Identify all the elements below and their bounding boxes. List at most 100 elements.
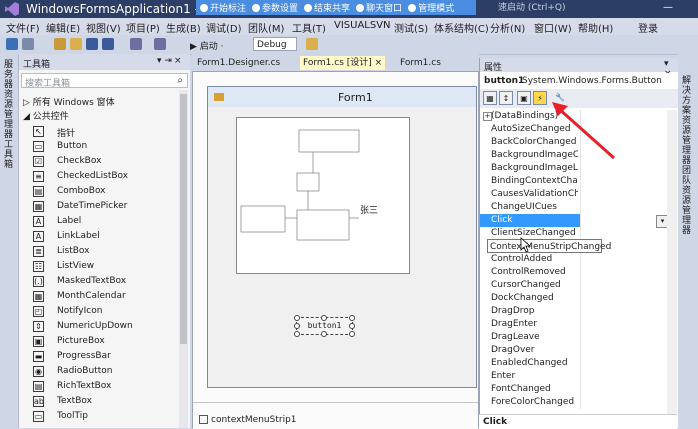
tab-form1-design[interactable]: Form1.cs [设计] × xyxy=(300,56,386,70)
categorized-icon[interactable]: ▦ xyxy=(483,91,497,105)
solution-config-select[interactable]: Debug xyxy=(253,37,297,51)
event-row[interactable]: ChangeUICues xyxy=(480,201,668,214)
events-lightning-icon[interactable]: ⚡ xyxy=(533,91,547,105)
pin-icon[interactable]: ▾ ⇥ xyxy=(157,56,172,66)
event-handler-value[interactable] xyxy=(580,396,669,409)
menu-file[interactable]: 文件(F) xyxy=(6,20,40,35)
toolbox-item[interactable]: ☷ ListView xyxy=(33,259,183,274)
toolbox-item[interactable]: ▦ MonthCalendar xyxy=(33,289,183,304)
toolbox-item[interactable]: ▭ ToolTip xyxy=(33,409,183,424)
overlay-item-annotate[interactable]: 开始标注 xyxy=(200,1,246,14)
event-handler-value[interactable] xyxy=(580,175,669,188)
toolbox-item[interactable]: ☑ CheckBox xyxy=(33,154,183,169)
toolbox-item[interactable]: ≣ ListBox xyxy=(33,244,183,259)
toolbox-item[interactable]: ▭ Button xyxy=(33,139,183,154)
minimize-button[interactable]: — xyxy=(662,2,674,14)
overlay-item-chat[interactable]: 聊天窗口 xyxy=(356,1,402,14)
resize-handle[interactable] xyxy=(349,331,355,337)
new-project-icon[interactable] xyxy=(54,38,66,50)
menu-analyze[interactable]: 分析(N) xyxy=(490,20,525,35)
toolbox-search-input[interactable]: 搜索工具箱 ⌕ xyxy=(21,73,188,89)
overlay-item-settings[interactable]: 参数设置 xyxy=(252,1,298,14)
event-row[interactable]: BindingContextChang xyxy=(480,175,668,188)
event-row[interactable]: DragDrop xyxy=(480,305,668,318)
alphabetical-icon[interactable]: ↕ xyxy=(499,91,513,105)
menu-edit[interactable]: 编辑(E) xyxy=(46,20,80,35)
event-row[interactable]: DragEnter xyxy=(480,318,668,331)
toolbox-item[interactable]: ◰ NotifyIcon xyxy=(33,304,183,319)
menu-visualsvn[interactable]: VISUALSVN xyxy=(334,20,391,31)
event-row[interactable]: ControlRemoved xyxy=(480,266,668,279)
toolbox-group-common-controls[interactable]: ◢ 公共控件 xyxy=(23,109,69,122)
save-icon[interactable] xyxy=(86,38,98,50)
scrollbar-thumb[interactable] xyxy=(180,94,187,344)
resize-handle[interactable] xyxy=(294,323,300,329)
toolbox-item[interactable]: ▣ PictureBox xyxy=(33,334,183,349)
event-row[interactable]: DragLeave xyxy=(480,331,668,344)
picture-box[interactable]: 张三 xyxy=(236,117,410,274)
event-row[interactable]: Enter xyxy=(480,370,668,383)
close-icon[interactable]: × xyxy=(375,58,383,68)
toolbox-item[interactable]: A LinkLabel xyxy=(33,229,183,244)
undo-icon[interactable] xyxy=(130,38,142,50)
event-handler-value[interactable] xyxy=(580,357,669,370)
menu-project[interactable]: 项目(P) xyxy=(126,20,160,35)
menu-team[interactable]: 团队(M) xyxy=(248,20,284,35)
toolbox-item[interactable]: (.) MaskedTextBox xyxy=(33,274,183,289)
toolbox-item[interactable]: ▦ DateTimePicker xyxy=(33,199,183,214)
toolbox-item[interactable]: ⇕ NumericUpDown xyxy=(33,319,183,334)
event-row[interactable]: Click ▾ xyxy=(480,214,669,228)
event-row[interactable]: EnabledChanged xyxy=(480,357,668,370)
tab-form1-cs[interactable]: Form1.cs xyxy=(397,56,444,70)
event-row[interactable]: CursorChanged xyxy=(480,279,668,292)
event-handler-value[interactable] xyxy=(580,318,669,331)
context-menu-strip-item[interactable]: contextMenuStrip1 xyxy=(211,415,297,425)
toolbox-item[interactable]: ▤ ComboBox xyxy=(33,184,183,199)
redo-icon[interactable] xyxy=(154,38,166,50)
menu-view[interactable]: 视图(V) xyxy=(86,20,121,35)
resize-handle[interactable] xyxy=(294,315,300,321)
event-row[interactable]: FontChanged xyxy=(480,383,668,396)
search-icon[interactable]: ⌕ xyxy=(177,75,183,86)
menu-architecture[interactable]: 体系结构(C) xyxy=(434,20,489,35)
menu-build[interactable]: 生成(B) xyxy=(166,20,201,35)
event-handler-value[interactable] xyxy=(580,279,669,292)
menu-debug[interactable]: 调试(D) xyxy=(206,20,242,35)
event-handler-value[interactable] xyxy=(580,370,669,383)
resize-handle[interactable] xyxy=(321,315,327,321)
resize-handle[interactable] xyxy=(321,331,327,337)
event-row[interactable]: ForeColorChanged xyxy=(480,396,668,409)
menu-test[interactable]: 测试(S) xyxy=(394,20,428,35)
event-handler-value[interactable] xyxy=(580,305,669,318)
forward-icon[interactable] xyxy=(22,38,34,50)
event-row[interactable]: CausesValidationChan xyxy=(480,188,668,201)
event-handler-value[interactable] xyxy=(580,292,669,305)
event-row[interactable]: DragOver xyxy=(480,344,668,357)
toolbox-item[interactable]: ab TextBox xyxy=(33,394,183,409)
form1-window[interactable]: Form1 张三 button1 xyxy=(207,86,477,388)
resize-handle[interactable] xyxy=(294,331,300,337)
toolbox-item[interactable]: ◉ RadioButton xyxy=(33,364,183,379)
properties-scrollbar[interactable] xyxy=(667,110,677,418)
solution-explorer-tab[interactable]: 解决方案资源管理器 团队资源管理器 xyxy=(682,76,694,236)
expand-icon[interactable]: + xyxy=(483,112,492,121)
event-handler-value[interactable] xyxy=(580,188,669,201)
server-explorer-tab[interactable]: 服务器资源管理器 工具箱 xyxy=(4,60,14,170)
toolbox-item[interactable]: A Label xyxy=(33,214,183,229)
toolbox-item[interactable]: ≡ CheckedListBox xyxy=(33,169,183,184)
menu-help[interactable]: 帮助(H) xyxy=(578,20,613,35)
event-row[interactable]: DockChanged xyxy=(480,292,668,305)
menu-window[interactable]: 窗口(W) xyxy=(534,20,572,35)
event-handler-value[interactable] xyxy=(580,344,669,357)
toolbox-item[interactable]: ↖ 指针 xyxy=(33,124,183,139)
resize-handle[interactable] xyxy=(349,315,355,321)
event-handler-value[interactable] xyxy=(580,201,669,214)
event-handler-value[interactable] xyxy=(580,253,669,266)
login-link[interactable]: 登录 xyxy=(638,20,658,35)
back-icon[interactable] xyxy=(6,38,18,50)
overlay-item-admin[interactable]: 管理模式 xyxy=(408,1,454,14)
find-icon[interactable] xyxy=(306,38,318,50)
close-icon[interactable]: × xyxy=(174,56,182,66)
toolbox-scrollbar[interactable] xyxy=(179,90,188,428)
label-zhangsan[interactable]: 张三 xyxy=(360,203,378,216)
